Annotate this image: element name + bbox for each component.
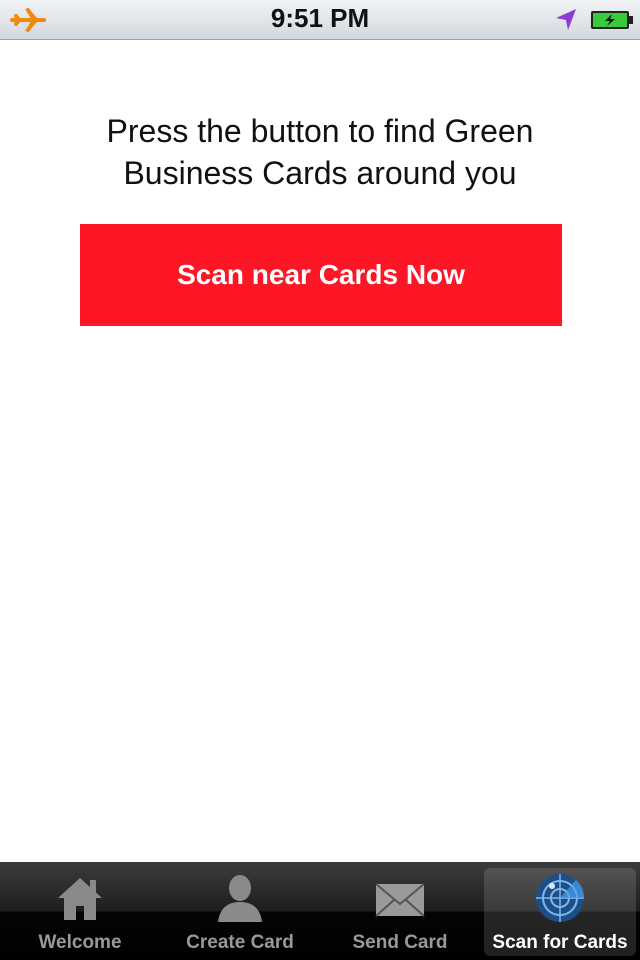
tab-bar: Welcome Create Card Send Card Scan for C… [0,862,640,960]
tab-scan-for-cards[interactable]: Scan for Cards [484,868,636,956]
tab-label: Create Card [186,932,294,953]
location-icon [556,9,576,30]
instruction-text: Press the button to find Green Business … [106,113,534,191]
tab-welcome[interactable]: Welcome [4,868,156,956]
tab-create-card[interactable]: Create Card [164,868,316,956]
home-icon [58,878,102,920]
person-icon [218,875,262,922]
scan-near-cards-button[interactable]: Scan near Cards Now [80,224,562,326]
tab-label: Welcome [38,932,122,953]
tab-label: Scan for Cards [492,932,628,953]
radar-icon [536,874,585,922]
battery-icon [591,11,633,29]
envelope-icon [375,883,425,917]
status-bar: 9:51 PM [0,0,640,40]
tab-send-card[interactable]: Send Card [324,868,476,956]
tab-label: Send Card [352,932,448,953]
status-time: 9:51 PM [270,3,370,33]
